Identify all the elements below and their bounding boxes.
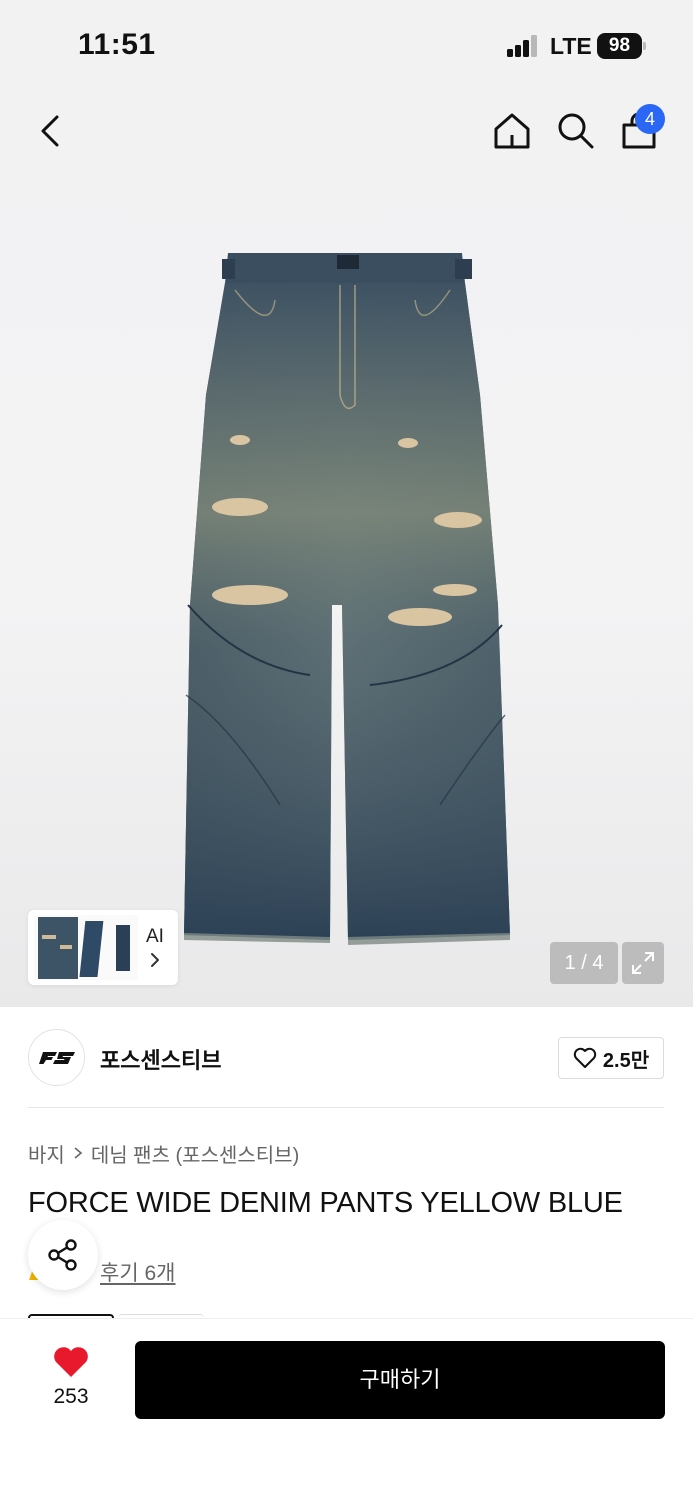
search-button[interactable] bbox=[550, 105, 600, 155]
ai-similar-items-button[interactable]: AI bbox=[28, 910, 178, 985]
ai-label: AI bbox=[146, 926, 164, 947]
breadcrumb: 바지 데님 팬츠 (포스센스티브) bbox=[28, 1139, 299, 1168]
home-icon bbox=[494, 113, 530, 149]
breadcrumb-subcategory[interactable]: 데님 팬츠 (포스센스티브) bbox=[91, 1139, 299, 1168]
share-icon bbox=[48, 1239, 77, 1271]
status-time: 11:51 bbox=[78, 28, 156, 61]
wishlist-button[interactable]: 253 bbox=[28, 1341, 114, 1425]
expand-image-button[interactable] bbox=[622, 942, 664, 984]
brand-logo-icon bbox=[38, 1051, 75, 1064]
review-link[interactable]: 후기 6개 bbox=[100, 1257, 175, 1287]
product-hero: 11:51 LTE 98 4 AI 1 / 4 bbox=[0, 0, 693, 1007]
product-image[interactable] bbox=[180, 245, 515, 950]
brand-logo[interactable] bbox=[28, 1029, 85, 1086]
breadcrumb-category[interactable]: 바지 bbox=[28, 1139, 65, 1168]
buy-button[interactable]: 구매하기 bbox=[135, 1341, 665, 1419]
wishlist-count: 253 bbox=[53, 1385, 89, 1408]
signal-icon bbox=[507, 35, 539, 57]
share-button[interactable] bbox=[28, 1220, 98, 1290]
brand-like-count: 2.5만 bbox=[602, 1049, 650, 1072]
heart-outline-icon bbox=[573, 1047, 597, 1068]
status-bar: 11:51 LTE 98 bbox=[0, 0, 693, 92]
network-type: LTE bbox=[550, 33, 592, 59]
home-button[interactable] bbox=[487, 106, 537, 156]
chevron-right-icon bbox=[151, 953, 159, 967]
brand-row: 포스센스티브 2.5만 bbox=[0, 1007, 693, 1107]
heart-filled-icon bbox=[54, 1347, 88, 1377]
product-title: FORCE WIDE DENIM PANTS YELLOW BLUE bbox=[28, 1187, 623, 1219]
top-nav bbox=[0, 92, 693, 168]
back-button[interactable] bbox=[25, 106, 75, 156]
expand-icon bbox=[632, 952, 654, 974]
search-icon bbox=[558, 113, 594, 149]
divider bbox=[28, 1107, 664, 1108]
image-page-indicator: 1 / 4 bbox=[550, 942, 618, 984]
ai-thumbnail-images bbox=[34, 915, 138, 980]
brand-name[interactable]: 포스센스티브 bbox=[100, 1043, 221, 1075]
back-icon bbox=[41, 115, 59, 147]
battery-icon: 98 bbox=[597, 33, 646, 59]
battery-level: 98 bbox=[597, 33, 642, 59]
brand-like-button[interactable]: 2.5만 bbox=[558, 1037, 664, 1079]
chevron-right-icon bbox=[74, 1147, 83, 1159]
cart-count-badge: 4 bbox=[635, 104, 665, 134]
bottom-action-bar: 253 구매하기 bbox=[0, 1318, 693, 1500]
